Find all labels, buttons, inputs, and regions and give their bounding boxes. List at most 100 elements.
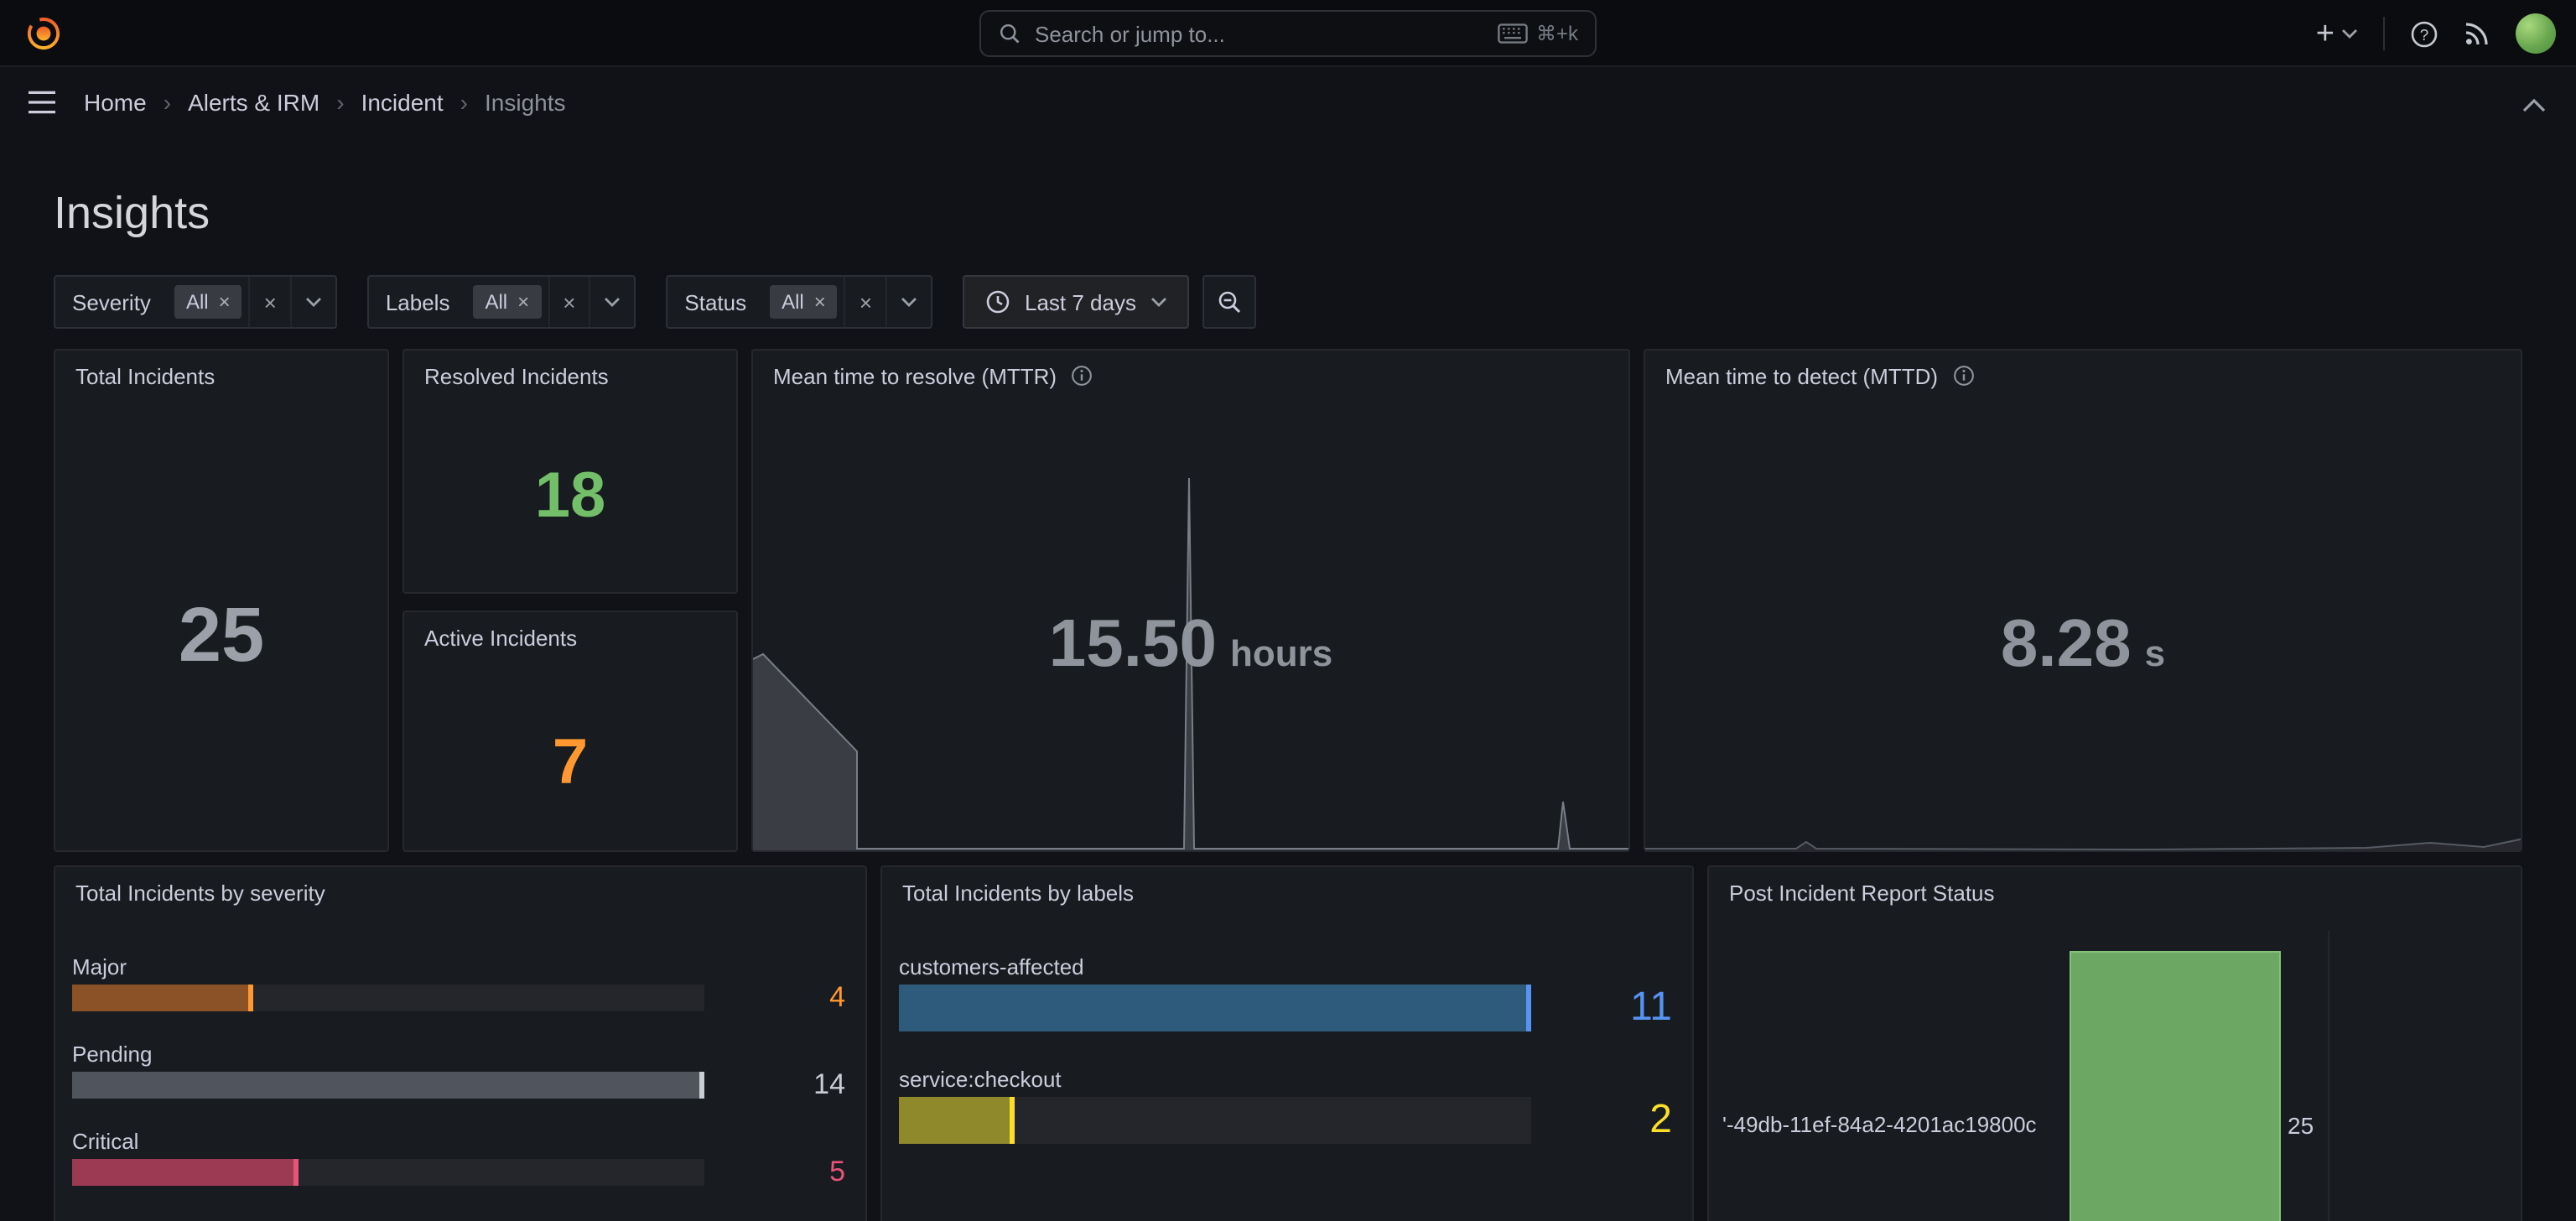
stat-value-wrap: 25 (55, 401, 387, 850)
report-status-bar (2070, 951, 2281, 1221)
panel-title[interactable]: Active Incidents (424, 625, 577, 650)
search-shortcut-text: ⌘+k (1536, 22, 1578, 45)
topbar-actions: + ? (2316, 0, 2556, 67)
grafana-app: Search or jump to... ⌘+k + (0, 0, 2576, 1221)
report-value: 25 (2288, 1112, 2314, 1139)
rss-icon (2464, 20, 2490, 47)
mttd-value: 8.28 (2001, 606, 2132, 682)
filter-status[interactable]: Status All × × (666, 275, 932, 329)
search-input[interactable]: Search or jump to... ⌘+k (979, 10, 1597, 57)
grafana-logo-icon[interactable] (23, 13, 64, 53)
bar-track (899, 985, 1531, 1031)
top-bar: Search or jump to... ⌘+k + (0, 0, 2576, 67)
panel-title[interactable]: Mean time to resolve (MTTR) (773, 363, 1057, 388)
filter-severity-chip[interactable]: All × (174, 285, 242, 319)
mttd-unit: s (2145, 631, 2166, 675)
clear-filter-icon[interactable]: × (249, 277, 290, 327)
collapse-controls-button[interactable] (2522, 91, 2546, 121)
help-button[interactable]: ? (2410, 19, 2438, 48)
bar-label: Major (72, 954, 704, 979)
mttr-value: 15.50 (1049, 606, 1217, 682)
breadcrumb-bar: Home › Alerts & IRM › Incident › Insight… (0, 67, 2576, 138)
stat-value-wrap: 8.28 s (1645, 401, 2521, 850)
bar-fill (72, 985, 253, 1011)
panel-resolved-incidents: Resolved Incidents 18 (402, 349, 738, 594)
panel-title[interactable]: Mean time to detect (MTTD) (1665, 363, 1938, 388)
info-icon[interactable] (1951, 364, 1975, 387)
filter-status-controls: × (844, 277, 931, 327)
bar-value: 2 (1555, 1097, 1672, 1144)
breadcrumb-incident[interactable]: Incident (361, 89, 444, 116)
bar-gauge-row-service-checkout: service:checkout 2 (899, 1067, 1672, 1144)
breadcrumb-home[interactable]: Home (84, 89, 147, 116)
search-shortcut: ⌘+k (1498, 22, 1578, 45)
filter-labels-value: All (485, 290, 507, 314)
remove-value-icon[interactable]: × (814, 290, 826, 314)
bar-fill (72, 1072, 704, 1099)
bar-gauge-row-customers-affected: customers-affected 11 (899, 954, 1672, 1031)
filter-severity[interactable]: Severity All × × (54, 275, 337, 329)
bar-gauge-row-pending: Pending 14 (72, 1042, 845, 1099)
panel-title[interactable]: Post Incident Report Status (1729, 880, 1995, 905)
breadcrumb-insights: Insights (485, 89, 566, 116)
zoom-out-button[interactable] (1202, 275, 1255, 329)
clear-filter-icon[interactable]: × (548, 277, 589, 327)
plus-icon: + (2316, 18, 2334, 49)
bar-track (72, 985, 704, 1011)
breadcrumb: Home › Alerts & IRM › Incident › Insight… (84, 89, 566, 116)
breadcrumb-alerts-irm[interactable]: Alerts & IRM (188, 89, 319, 116)
filter-bar: Severity All × × Labels All × × (54, 275, 1255, 329)
filter-severity-label[interactable]: Severity (55, 277, 168, 327)
panel-incidents-by-labels: Total Incidents by labels customers-affe… (880, 865, 1694, 1221)
filter-status-label[interactable]: Status (667, 277, 763, 327)
menu-toggle-button[interactable] (27, 91, 57, 114)
bar-track (72, 1072, 704, 1099)
panel-incidents-by-severity: Total Incidents by severity Major 4 Pend… (54, 865, 867, 1221)
bar-value: 14 (728, 1072, 845, 1099)
chart-gridline (2328, 931, 2329, 1221)
filter-status-chip[interactable]: All × (770, 285, 838, 319)
clear-filter-icon[interactable]: × (844, 277, 886, 327)
chevron-up-icon (2522, 99, 2546, 112)
clock-icon (984, 288, 1011, 315)
panel-post-incident-report-status: Post Incident Report Status '-49db-11ef-… (1707, 865, 2522, 1221)
search-icon (998, 22, 1021, 45)
bar-fill (899, 985, 1531, 1031)
chevron-down-icon[interactable] (589, 277, 634, 327)
time-range-picker[interactable]: Last 7 days (963, 275, 1188, 329)
stat-value-wrap: 7 (404, 662, 736, 850)
bar-label: customers-affected (899, 954, 1531, 979)
add-button[interactable]: + (2316, 18, 2358, 49)
filter-severity-value: All (186, 290, 209, 314)
news-button[interactable] (2464, 20, 2490, 47)
panel-title[interactable]: Resolved Incidents (424, 363, 609, 388)
panel-mttr: Mean time to resolve (MTTR) 15.50 hours (751, 349, 1630, 852)
chevron-down-icon[interactable] (290, 277, 335, 327)
filter-labels-label[interactable]: Labels (369, 277, 467, 327)
panel-title[interactable]: Total Incidents by labels (902, 880, 1134, 905)
info-icon[interactable] (1070, 364, 1093, 387)
panel-active-incidents: Active Incidents 7 (402, 610, 738, 852)
bar-value: 5 (728, 1159, 845, 1186)
filter-labels[interactable]: Labels All × × (367, 275, 636, 329)
page-title: Insights (54, 188, 210, 240)
bar-value: 11 (1555, 985, 1672, 1031)
total-incidents-value: 25 (179, 589, 264, 679)
remove-value-icon[interactable]: × (517, 290, 529, 314)
svg-text:?: ? (2420, 26, 2429, 44)
filter-labels-controls: × (548, 277, 634, 327)
report-category-label: '-49db-11ef-84a2-4201ac19800c (1722, 1112, 2100, 1137)
chevron-down-icon (1150, 297, 1166, 307)
bar-value: 4 (728, 985, 845, 1011)
zoom-out-icon (1215, 288, 1242, 315)
chevron-down-icon[interactable] (886, 277, 931, 327)
active-incidents-value: 7 (553, 727, 588, 799)
user-avatar[interactable] (2516, 13, 2556, 54)
remove-value-icon[interactable]: × (219, 290, 231, 314)
bar-fill (899, 1097, 1014, 1144)
hamburger-icon (27, 91, 57, 114)
filter-status-value: All (782, 290, 804, 314)
panel-title[interactable]: Total Incidents by severity (75, 880, 325, 905)
panel-title[interactable]: Total Incidents (75, 363, 215, 388)
filter-labels-chip[interactable]: All × (473, 285, 541, 319)
